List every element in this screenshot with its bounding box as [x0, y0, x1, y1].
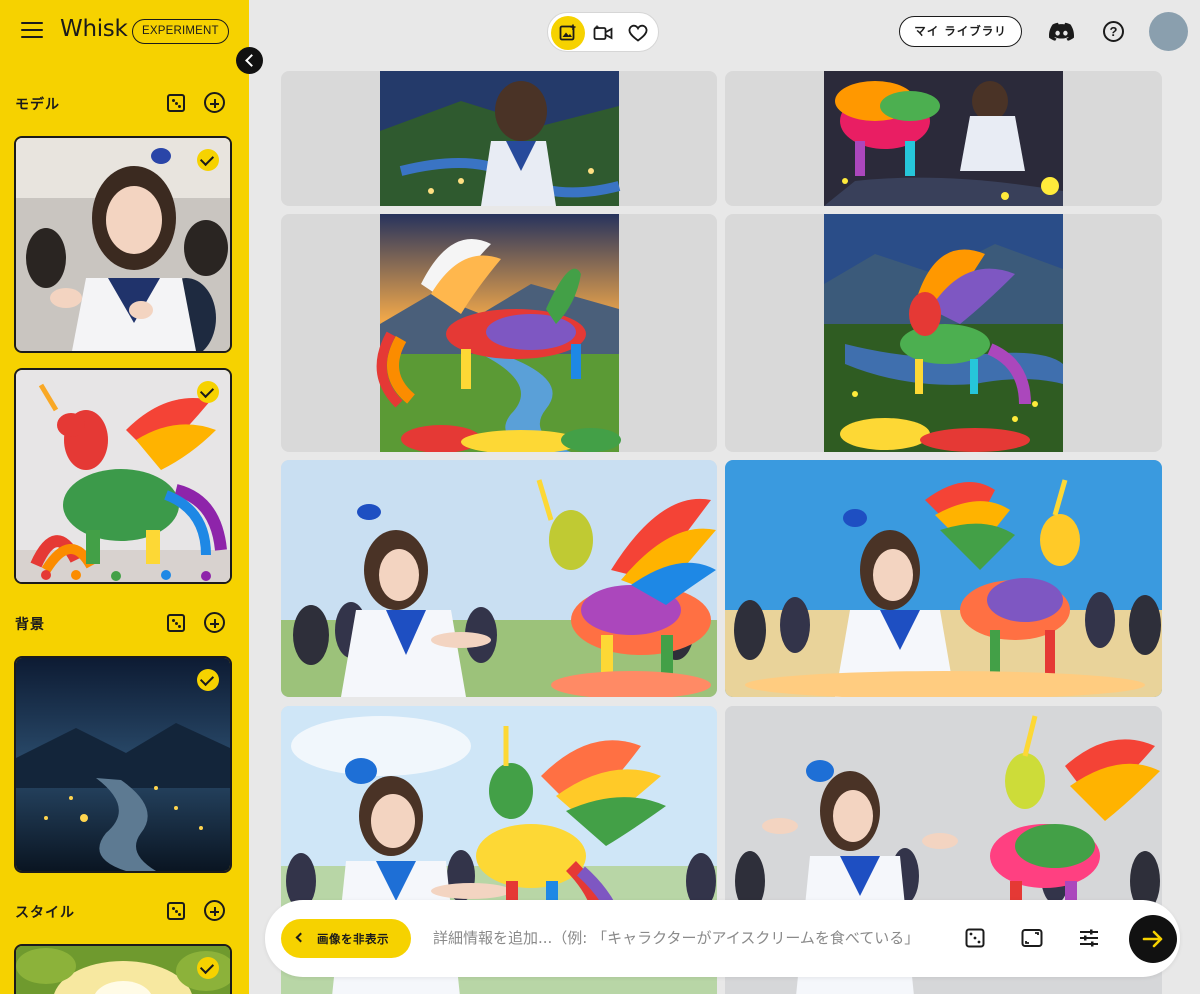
selected-check-icon — [197, 957, 219, 979]
video-mode-icon[interactable] — [586, 16, 620, 50]
chevron-left-icon — [295, 932, 306, 943]
generated-image — [376, 214, 621, 452]
help-icon[interactable]: ? — [1103, 21, 1124, 42]
selected-check-icon — [197, 381, 219, 403]
generated-image — [725, 460, 1162, 697]
gallery-tile[interactable] — [281, 71, 717, 206]
model-image-card[interactable] — [14, 136, 232, 353]
add-model-button[interactable] — [204, 92, 225, 113]
dice-icon[interactable] — [167, 614, 185, 632]
background-image-card[interactable] — [14, 656, 232, 873]
collapse-sidebar-button[interactable] — [236, 47, 263, 74]
gallery-tile[interactable] — [725, 71, 1162, 206]
main-area: マイ ライブラリ ? 画像を非表示 — [249, 0, 1200, 994]
aspect-ratio-icon[interactable] — [1021, 928, 1043, 948]
gallery-tile[interactable] — [725, 214, 1162, 452]
arrow-right-icon — [1142, 930, 1163, 948]
section-title-style: スタイル — [15, 905, 75, 921]
dice-icon[interactable] — [167, 94, 185, 112]
gallery-tile[interactable] — [281, 214, 717, 452]
app-logo[interactable]: Whisk — [60, 16, 128, 42]
generated-image — [824, 71, 1063, 206]
favorites-heart-icon[interactable] — [621, 16, 655, 50]
experiment-badge: EXPERIMENT — [132, 19, 229, 44]
hide-images-button[interactable]: 画像を非表示 — [281, 919, 411, 958]
dice-icon[interactable] — [167, 902, 185, 920]
add-background-button[interactable] — [204, 612, 225, 633]
section-header-style: スタイル — [15, 899, 235, 925]
menu-icon[interactable] — [21, 22, 43, 40]
sidebar-header: Whisk EXPERIMENT — [0, 0, 249, 62]
generated-image — [281, 460, 717, 697]
submit-button[interactable] — [1129, 915, 1177, 963]
style-image-card[interactable] — [14, 944, 232, 994]
section-title-background: 背景 — [15, 617, 45, 633]
selected-check-icon — [197, 149, 219, 171]
prompt-bar: 画像を非表示 — [265, 900, 1180, 977]
generated-image — [824, 214, 1063, 452]
background-image-river — [16, 658, 230, 871]
section-header-model: モデル — [15, 91, 235, 117]
mode-switch — [547, 12, 659, 52]
my-library-button[interactable]: マイ ライブラリ — [899, 16, 1022, 47]
image-mode-icon[interactable] — [551, 16, 585, 50]
section-header-background: 背景 — [15, 611, 235, 637]
avatar[interactable] — [1149, 12, 1188, 51]
add-style-button[interactable] — [204, 900, 225, 921]
selected-check-icon — [197, 669, 219, 691]
discord-icon[interactable] — [1049, 22, 1075, 42]
generated-image — [380, 71, 621, 206]
settings-sliders-icon[interactable] — [1078, 928, 1100, 948]
model-image-unicorn — [16, 370, 230, 582]
hide-images-label: 画像を非表示 — [317, 932, 389, 946]
gallery-tile[interactable] — [725, 460, 1162, 697]
model-image-girl — [16, 138, 230, 351]
prompt-input[interactable] — [433, 920, 938, 956]
section-title-model: モデル — [15, 97, 60, 113]
dice-icon[interactable] — [965, 928, 985, 948]
gallery-tile[interactable] — [281, 460, 717, 697]
model-image-card[interactable] — [14, 368, 232, 584]
image-gallery — [281, 71, 1162, 994]
sidebar: Whisk EXPERIMENT モデル 背景 スタイル — [0, 0, 249, 994]
